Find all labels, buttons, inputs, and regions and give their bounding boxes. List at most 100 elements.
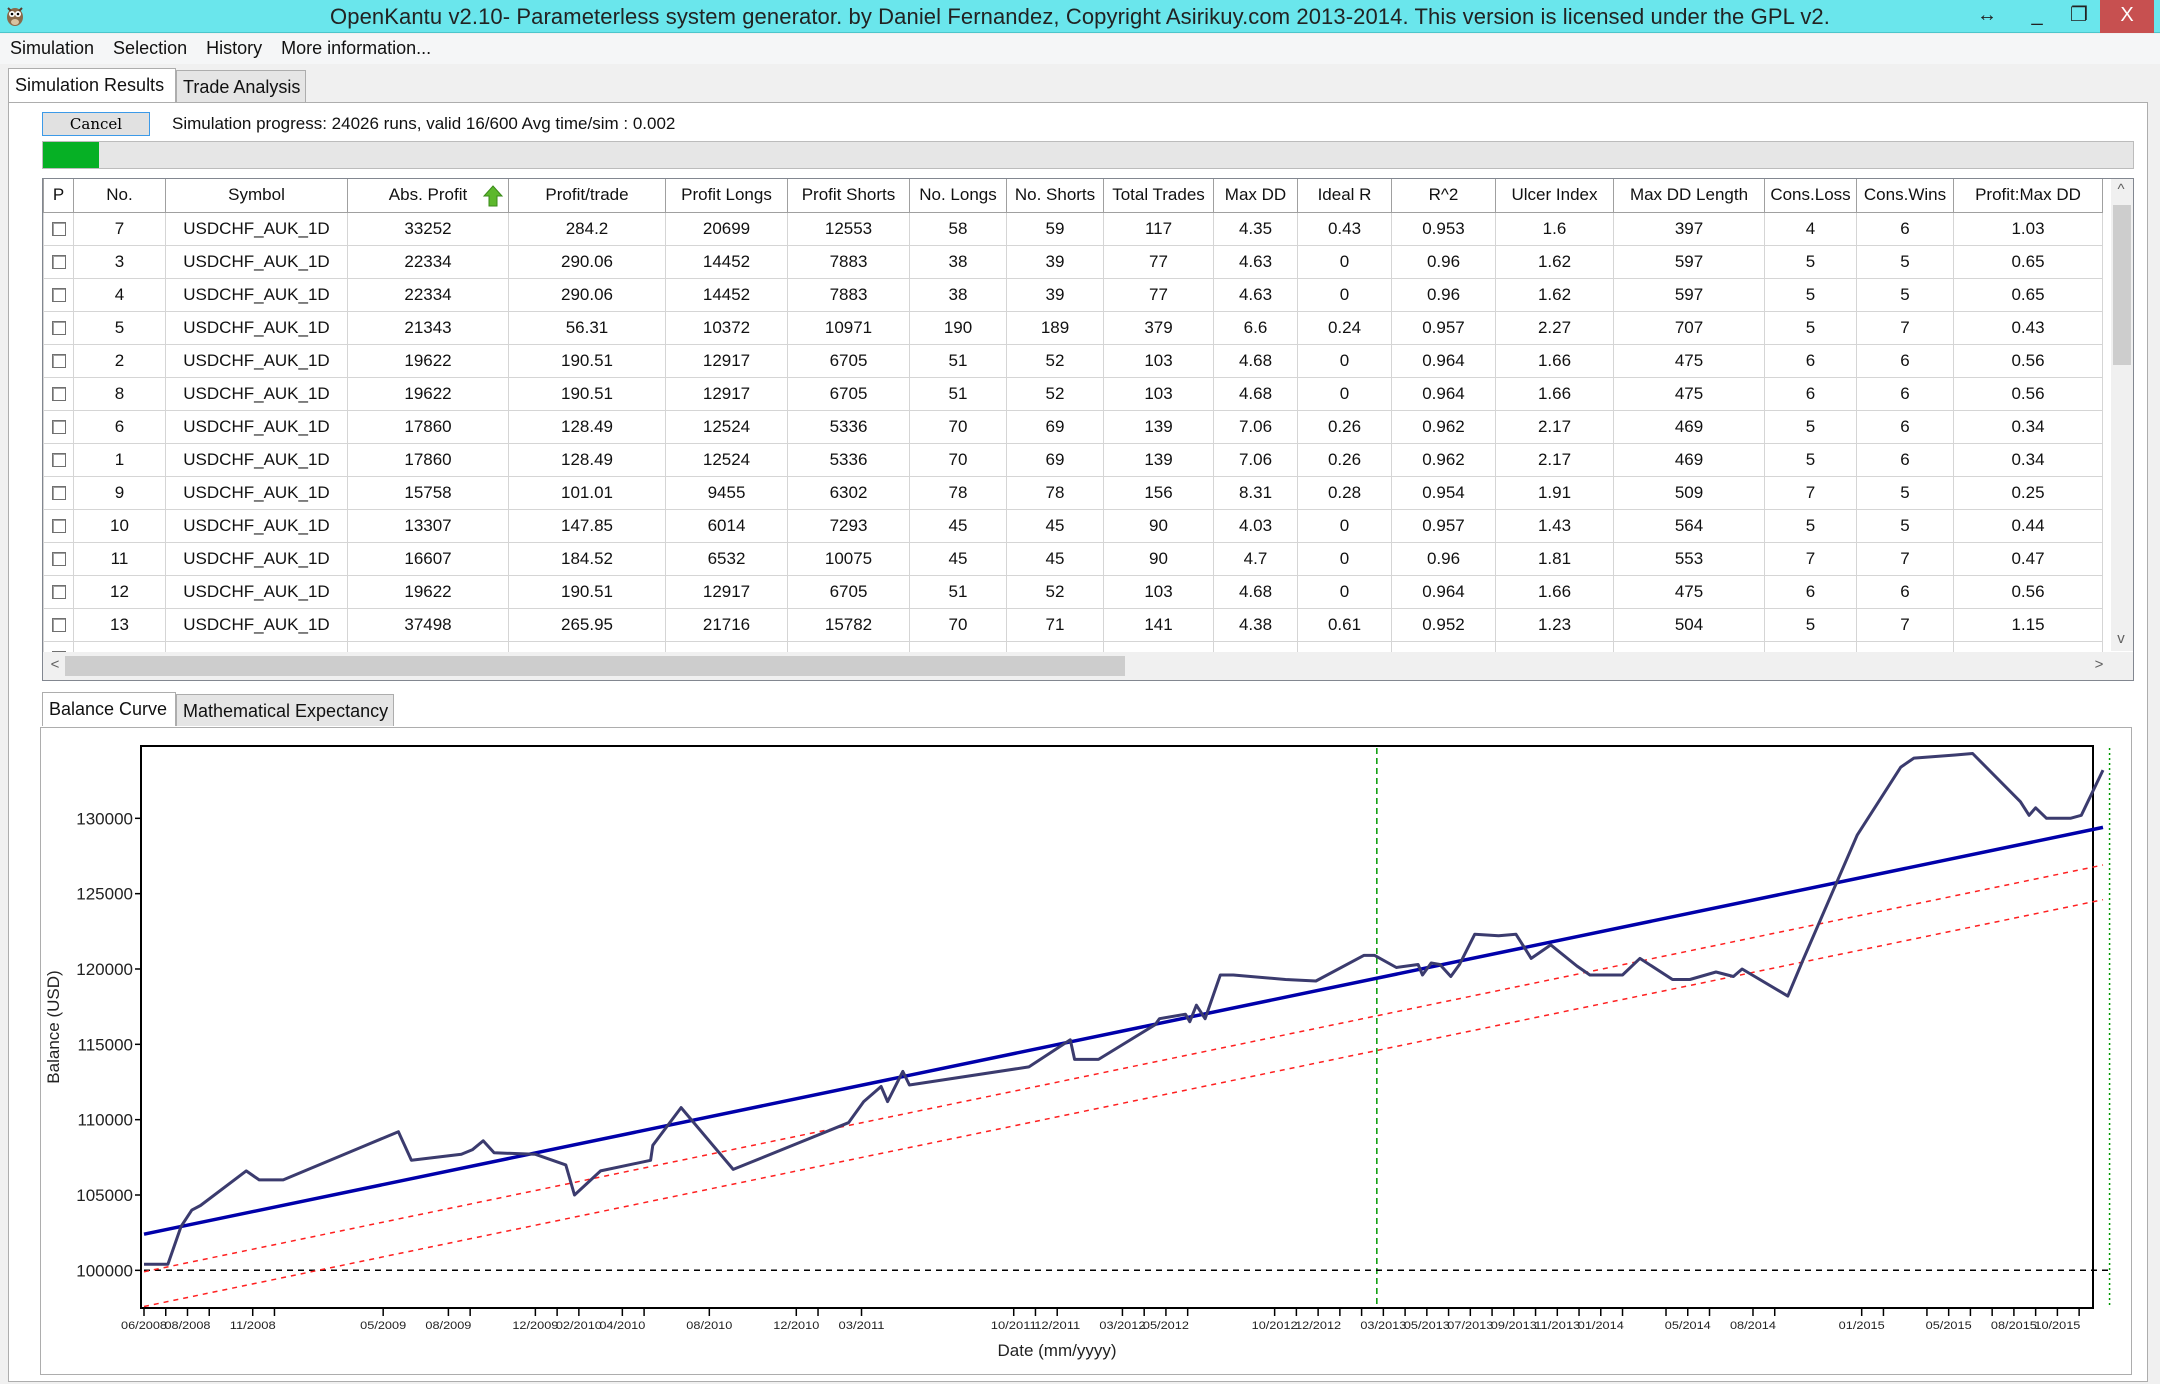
scroll-right-arrow-icon[interactable]: > bbox=[2089, 656, 2109, 673]
close-button[interactable]: X bbox=[2100, 0, 2154, 33]
portfolio-checkbox[interactable] bbox=[51, 222, 66, 237]
portfolio-checkbox-cell[interactable] bbox=[43, 211, 74, 246]
tab-balance-curve[interactable]: Balance Curve bbox=[42, 692, 176, 726]
x-tick-label: 01/2015 bbox=[1839, 1320, 1885, 1332]
maximize-button[interactable]: ❐ bbox=[2056, 0, 2102, 33]
table-row[interactable]: 10 USDCHF_AUK_1D 13307 147.85 6014 7293 45 45 90… bbox=[43, 508, 2103, 543]
column-header-no-shorts[interactable]: No. Shorts bbox=[1006, 179, 1104, 213]
cell-profit-shorts: 12553 bbox=[787, 211, 910, 246]
column-header-cons-loss[interactable]: Cons.Loss bbox=[1764, 179, 1857, 213]
table-row[interactable]: 9 USDCHF_AUK_1D 15758 101.01 9455 6302 78 78 156… bbox=[43, 475, 2103, 510]
portfolio-checkbox[interactable] bbox=[51, 486, 66, 501]
portfolio-checkbox[interactable] bbox=[51, 288, 66, 303]
menu-simulation[interactable]: Simulation bbox=[0, 34, 103, 59]
table-row[interactable]: 7 USDCHF_AUK_1D 33252 284.2 20699 12553 58 59 11… bbox=[43, 211, 2103, 246]
portfolio-checkbox[interactable] bbox=[51, 354, 66, 369]
cell-cons-wins: 7 bbox=[1856, 607, 1954, 642]
table-row[interactable]: 12 USDCHF_AUK_1D 19622 190.51 12917 6705 51 52 1… bbox=[43, 574, 2103, 609]
cell-profit-max-dd: 0.56 bbox=[1953, 343, 2103, 378]
cell-ideal-r: 0 bbox=[1297, 376, 1392, 411]
table-horizontal-scrollbar[interactable]: < > bbox=[43, 652, 2133, 680]
cell-cons-loss: 5 bbox=[1764, 442, 1857, 477]
cell-ideal-r: 0.43 bbox=[1297, 211, 1392, 246]
portfolio-checkbox-cell[interactable] bbox=[43, 574, 74, 609]
portfolio-checkbox[interactable] bbox=[51, 420, 66, 435]
portfolio-checkbox[interactable] bbox=[51, 387, 66, 402]
portfolio-checkbox-cell[interactable] bbox=[43, 376, 74, 411]
portfolio-checkbox[interactable] bbox=[51, 585, 66, 600]
scroll-down-arrow-icon[interactable]: v bbox=[2111, 630, 2131, 647]
column-header-r-2[interactable]: R^2 bbox=[1391, 179, 1496, 213]
table-row[interactable]: 2 USDCHF_AUK_1D 19622 190.51 12917 6705 51 52 10… bbox=[43, 343, 2103, 378]
cell-max-dd: 4.68 bbox=[1213, 376, 1298, 411]
table-row[interactable]: 5 USDCHF_AUK_1D 21343 56.31 10372 10971 190 189… bbox=[43, 310, 2103, 345]
column-header-profit-max-dd[interactable]: Profit:Max DD bbox=[1953, 179, 2103, 213]
balance-curve-chart: 100000 105000 110000 115000 120000 125000 1300… bbox=[44, 745, 2112, 1360]
column-header-symbol[interactable]: Symbol bbox=[165, 179, 348, 213]
column-header-max-dd[interactable]: Max DD bbox=[1213, 179, 1298, 213]
cell-no-shorts: 45 bbox=[1006, 508, 1104, 543]
table-row[interactable]: 1 USDCHF_AUK_1D 17860 128.49 12524 5336 70 69 13… bbox=[43, 442, 2103, 477]
portfolio-checkbox-cell[interactable] bbox=[43, 442, 74, 477]
tab-trade-analysis[interactable]: Trade Analysis bbox=[176, 70, 306, 102]
portfolio-checkbox-cell[interactable] bbox=[43, 409, 74, 444]
portfolio-checkbox-cell[interactable] bbox=[43, 475, 74, 510]
resize-button[interactable]: ↔ bbox=[1964, 0, 2010, 33]
column-header-total-trades[interactable]: Total Trades bbox=[1103, 179, 1214, 213]
menu-more-information[interactable]: More information... bbox=[271, 34, 440, 59]
table-row[interactable]: 13 USDCHF_AUK_1D 37498 265.95 21716 15782 70 71… bbox=[43, 607, 2103, 642]
column-header-ideal-r[interactable]: Ideal R bbox=[1297, 179, 1392, 213]
portfolio-checkbox-cell[interactable] bbox=[43, 541, 74, 576]
menu-history[interactable]: History bbox=[196, 34, 271, 59]
cell-r-2: 0.962 bbox=[1391, 442, 1496, 477]
column-header-profit-longs[interactable]: Profit Longs bbox=[665, 179, 788, 213]
minimize-button[interactable]: _ bbox=[2014, 0, 2060, 33]
column-header-ulcer-index[interactable]: Ulcer Index bbox=[1495, 179, 1614, 213]
scroll-up-arrow-icon[interactable]: ^ bbox=[2111, 181, 2131, 198]
portfolio-checkbox-cell[interactable] bbox=[43, 343, 74, 378]
portfolio-checkbox[interactable] bbox=[51, 618, 66, 633]
table-row[interactable]: 3 USDCHF_AUK_1D 22334 290.06 14452 7883 38 39 77… bbox=[43, 244, 2103, 279]
column-header-profit-shorts[interactable]: Profit Shorts bbox=[787, 179, 910, 213]
cell-profit-shorts: 10971 bbox=[787, 310, 910, 345]
cell-no-longs: 51 bbox=[909, 343, 1007, 378]
table-row[interactable]: 4 USDCHF_AUK_1D 22334 290.06 14452 7883 38 39 77… bbox=[43, 277, 2103, 312]
portfolio-checkbox-cell[interactable] bbox=[43, 607, 74, 642]
table-row[interactable]: 11 USDCHF_AUK_1D 16607 184.52 6532 10075 45 45 9… bbox=[43, 541, 2103, 576]
portfolio-checkbox-cell[interactable] bbox=[43, 508, 74, 543]
cell-r-2: 0.954 bbox=[1391, 475, 1496, 510]
cell-ulcer-index: 1.66 bbox=[1495, 574, 1614, 609]
table-row[interactable]: 8 USDCHF_AUK_1D 19622 190.51 12917 6705 51 52 10… bbox=[43, 376, 2103, 411]
column-header-p[interactable]: P bbox=[43, 179, 74, 213]
x-axis-label: Date (mm/yyyy) bbox=[998, 1341, 1117, 1360]
portfolio-checkbox[interactable] bbox=[51, 519, 66, 534]
table-row[interactable]: 6 USDCHF_AUK_1D 17860 128.49 12524 5336 70 69 13… bbox=[43, 409, 2103, 444]
tab-simulation-results[interactable]: Simulation Results bbox=[8, 68, 176, 102]
portfolio-checkbox-cell[interactable] bbox=[43, 244, 74, 279]
portfolio-checkbox[interactable] bbox=[51, 453, 66, 468]
tab-mathematical-expectancy[interactable]: Mathematical Expectancy bbox=[176, 694, 394, 726]
vertical-scroll-thumb[interactable] bbox=[2113, 205, 2131, 365]
column-header-abs-profit[interactable]: Abs. Profit bbox=[347, 179, 509, 213]
table-vertical-scrollbar[interactable]: ^ v bbox=[2111, 179, 2133, 651]
column-header-no-longs[interactable]: No. Longs bbox=[909, 179, 1007, 213]
cancel-button[interactable]: Cancel bbox=[42, 112, 150, 136]
portfolio-checkbox[interactable] bbox=[51, 552, 66, 567]
portfolio-checkbox[interactable] bbox=[51, 321, 66, 336]
menu-selection[interactable]: Selection bbox=[103, 34, 196, 59]
cell-profit-max-dd: 0.65 bbox=[1953, 244, 2103, 279]
cell-ideal-r: 0.28 bbox=[1297, 475, 1392, 510]
horizontal-scroll-thumb[interactable] bbox=[65, 656, 1125, 676]
portfolio-checkbox[interactable] bbox=[51, 255, 66, 270]
portfolio-checkbox-cell[interactable] bbox=[43, 277, 74, 312]
column-header-cons-wins[interactable]: Cons.Wins bbox=[1856, 179, 1954, 213]
scroll-left-arrow-icon[interactable]: < bbox=[45, 656, 65, 673]
cell-profit-shorts: 6705 bbox=[787, 376, 910, 411]
column-header-profit-trade[interactable]: Profit/trade bbox=[508, 179, 666, 213]
portfolio-checkbox-cell[interactable] bbox=[43, 310, 74, 345]
cell-no-longs: 70 bbox=[909, 409, 1007, 444]
cell-no-longs: 70 bbox=[909, 442, 1007, 477]
column-header-no[interactable]: No. bbox=[73, 179, 166, 213]
cell-ulcer-index: 2.27 bbox=[1495, 310, 1614, 345]
column-header-max-dd-length[interactable]: Max DD Length bbox=[1613, 179, 1765, 213]
